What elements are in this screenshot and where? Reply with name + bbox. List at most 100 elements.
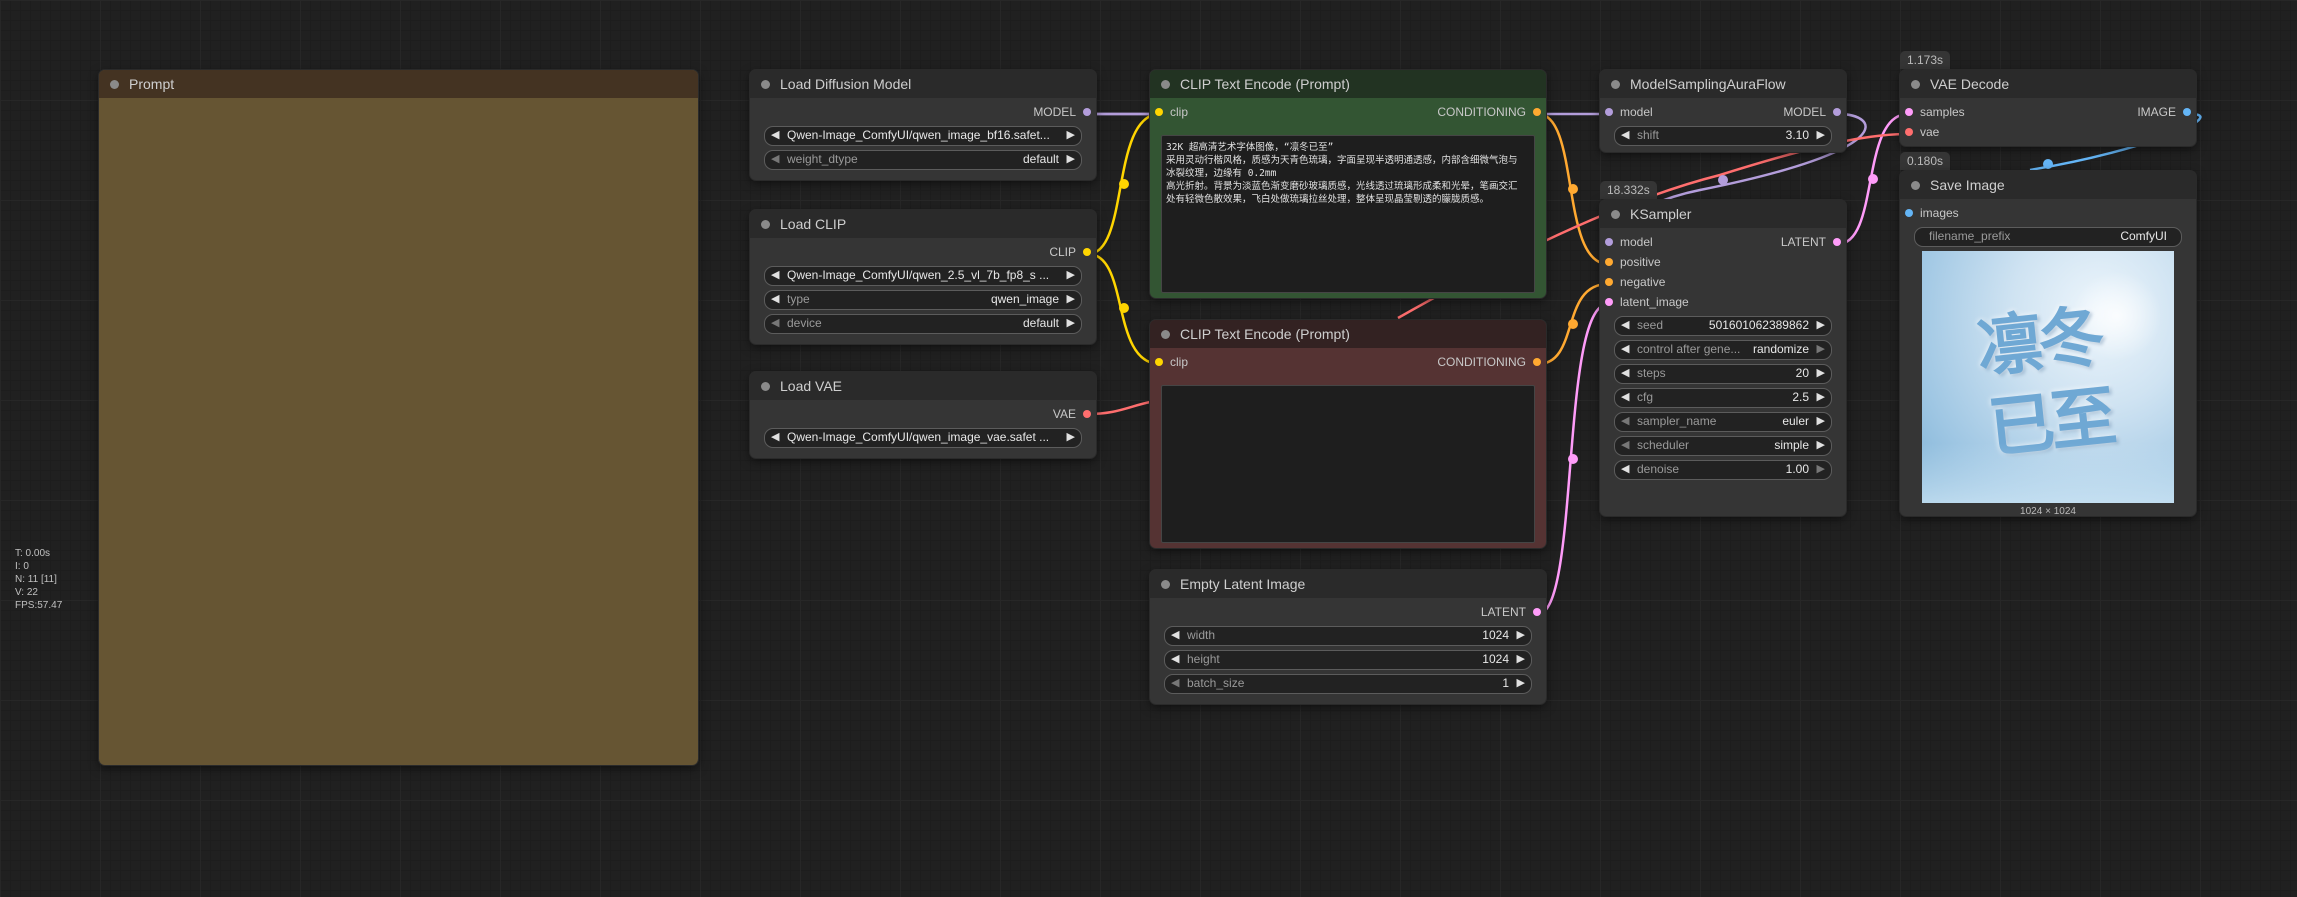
slot-dot-icon[interactable] [1083,248,1091,256]
input-slot-latent-image[interactable]: latent_image [1600,292,1846,312]
output-slot-conditioning-dot-icon[interactable] [1533,108,1541,116]
arrow-right-icon[interactable]: ▶ [1067,128,1075,141]
collapse-dot-icon[interactable] [761,220,770,229]
collapse-dot-icon[interactable] [1911,80,1920,89]
load-diffusion-model-node[interactable]: Load Diffusion Model MODEL ◀ Qwen-Image_… [750,70,1096,180]
node-title-bar[interactable]: Load Diffusion Model [750,70,1096,98]
control-after-generate-combo[interactable]: ◀ control after gene... randomize ▶ [1614,340,1832,360]
prompt-textarea[interactable]: 32K 超高清艺术字体图像，“凛冬已至” 采用灵动行楷风格，质感为天青色琉璃，字… [1161,135,1535,293]
output-slot-image-dot-icon[interactable] [2183,108,2191,116]
collapse-dot-icon[interactable] [761,80,770,89]
shift-number-widget[interactable]: ◀ shift 3.10 ▶ [1614,126,1832,146]
input-slot-images[interactable]: images [1900,203,2196,223]
arrow-left-icon[interactable]: ◀ [1621,128,1629,141]
input-slot-vae[interactable]: vae [1900,122,2196,142]
slot-dot-icon[interactable] [1905,209,1913,217]
input-slot-clip-dot-icon[interactable] [1155,108,1163,116]
clip-text-encode-positive-node[interactable]: CLIP Text Encode (Prompt) clip CONDITION… [1150,70,1546,298]
arrow-right-icon[interactable]: ▶ [1817,128,1825,141]
collapse-dot-icon[interactable] [761,382,770,391]
arrow-left-icon[interactable]: ◀ [1621,366,1629,379]
seed-number-widget[interactable]: ◀ seed 501601062389862 ▶ [1614,316,1832,336]
arrow-left-icon[interactable]: ◀ [1621,462,1629,475]
output-slot-vae[interactable]: VAE [750,404,1096,424]
node-title-bar[interactable]: ModelSamplingAuraFlow [1600,70,1846,98]
node-title-bar[interactable]: CLIP Text Encode (Prompt) [1150,70,1546,98]
model-sampling-auraflow-node[interactable]: ModelSamplingAuraFlow model MODEL ◀ shif… [1600,70,1846,152]
arrow-left-icon[interactable]: ◀ [771,316,779,329]
arrow-left-icon[interactable]: ◀ [771,430,779,443]
empty-latent-image-node[interactable]: Empty Latent Image LATENT ◀ width 1024 ▶… [1150,570,1546,704]
cfg-number-widget[interactable]: ◀ cfg 2.5 ▶ [1614,388,1832,408]
scheduler-combo[interactable]: ◀ scheduler simple ▶ [1614,436,1832,456]
arrow-left-icon[interactable]: ◀ [771,152,779,165]
collapse-dot-icon[interactable] [1161,330,1170,339]
arrow-right-icon[interactable]: ▶ [1817,462,1825,475]
output-slot-conditioning-dot-icon[interactable] [1533,358,1541,366]
filename-prefix-text-widget[interactable]: filename_prefix ComfyUI [1914,227,2182,247]
unet-name-combo[interactable]: ◀ Qwen-Image_ComfyUI/qwen_image_bf16.saf… [764,126,1082,146]
arrow-left-icon[interactable]: ◀ [1621,414,1629,427]
vae-name-combo[interactable]: ◀ Qwen-Image_ComfyUI/qwen_image_vae.safe… [764,428,1082,448]
node-title-bar[interactable]: Load CLIP [750,210,1096,238]
input-slot-model-dot-icon[interactable] [1605,108,1613,116]
arrow-left-icon[interactable]: ◀ [1171,676,1179,689]
output-slot-latent[interactable]: LATENT [1150,602,1546,622]
collapse-dot-icon[interactable] [1161,80,1170,89]
input-slot-negative[interactable]: negative [1600,272,1846,292]
arrow-left-icon[interactable]: ◀ [1171,652,1179,665]
output-slot-model[interactable]: MODEL [750,102,1096,122]
output-slot-latent-dot-icon[interactable] [1833,238,1841,246]
arrow-left-icon[interactable]: ◀ [1171,628,1179,641]
node-title-bar[interactable]: Prompt [99,70,698,98]
arrow-right-icon[interactable]: ▶ [1817,366,1825,379]
collapse-dot-icon[interactable] [1611,210,1620,219]
input-slot-model-dot-icon[interactable] [1605,238,1613,246]
arrow-left-icon[interactable]: ◀ [771,268,779,281]
arrow-left-icon[interactable]: ◀ [1621,390,1629,403]
node-title-bar[interactable]: Load VAE [750,372,1096,400]
ksampler-node[interactable]: KSampler model LATENT positive negative … [1600,200,1846,516]
height-number-widget[interactable]: ◀ height 1024 ▶ [1164,650,1532,670]
batch-size-number-widget[interactable]: ◀ batch_size 1 ▶ [1164,674,1532,694]
arrow-right-icon[interactable]: ▶ [1817,414,1825,427]
arrow-right-icon[interactable]: ▶ [1817,318,1825,331]
input-slot-samples-dot-icon[interactable] [1905,108,1913,116]
slot-dot-icon[interactable] [1083,410,1091,418]
negative-prompt-textarea[interactable] [1161,385,1535,543]
arrow-left-icon[interactable]: ◀ [1621,318,1629,331]
arrow-left-icon[interactable]: ◀ [771,128,779,141]
slot-dot-icon[interactable] [1083,108,1091,116]
vae-decode-node[interactable]: VAE Decode samples IMAGE vae [1900,70,2196,146]
collapse-dot-icon[interactable] [1161,580,1170,589]
arrow-right-icon[interactable]: ▶ [1817,390,1825,403]
arrow-right-icon[interactable]: ▶ [1067,430,1075,443]
weight-dtype-combo[interactable]: ◀ weight_dtype default ▶ [764,150,1082,170]
slot-dot-icon[interactable] [1605,258,1613,266]
output-slot-clip[interactable]: CLIP [750,242,1096,262]
save-image-node[interactable]: Save Image images filename_prefix ComfyU… [1900,171,2196,517]
arrow-right-icon[interactable]: ▶ [1067,316,1075,329]
prompt-note-node[interactable]: Prompt [99,70,698,765]
arrow-right-icon[interactable]: ▶ [1817,438,1825,451]
width-number-widget[interactable]: ◀ width 1024 ▶ [1164,626,1532,646]
load-clip-node[interactable]: Load CLIP CLIP ◀ Qwen-Image_ComfyUI/qwen… [750,210,1096,344]
arrow-left-icon[interactable]: ◀ [1621,438,1629,451]
arrow-right-icon[interactable]: ▶ [1067,268,1075,281]
denoise-number-widget[interactable]: ◀ denoise 1.00 ▶ [1614,460,1832,480]
input-slot-positive[interactable]: positive [1600,252,1846,272]
output-image-preview[interactable]: 凛冬 已至 [1922,251,2174,503]
arrow-left-icon[interactable]: ◀ [771,292,779,305]
slot-dot-icon[interactable] [1905,128,1913,136]
clip-type-combo[interactable]: ◀ type qwen_image ▶ [764,290,1082,310]
arrow-right-icon[interactable]: ▶ [1517,628,1525,641]
collapse-dot-icon[interactable] [1911,181,1920,190]
collapse-dot-icon[interactable] [110,80,119,89]
clip-text-encode-negative-node[interactable]: CLIP Text Encode (Prompt) clip CONDITION… [1150,320,1546,548]
node-title-bar[interactable]: VAE Decode [1900,70,2196,98]
clip-name-combo[interactable]: ◀ Qwen-Image_ComfyUI/qwen_2.5_vl_7b_fp8_… [764,266,1082,286]
clip-device-combo[interactable]: ◀ device default ▶ [764,314,1082,334]
load-vae-node[interactable]: Load VAE VAE ◀ Qwen-Image_ComfyUI/qwen_i… [750,372,1096,458]
sampler-name-combo[interactable]: ◀ sampler_name euler ▶ [1614,412,1832,432]
collapse-dot-icon[interactable] [1611,80,1620,89]
